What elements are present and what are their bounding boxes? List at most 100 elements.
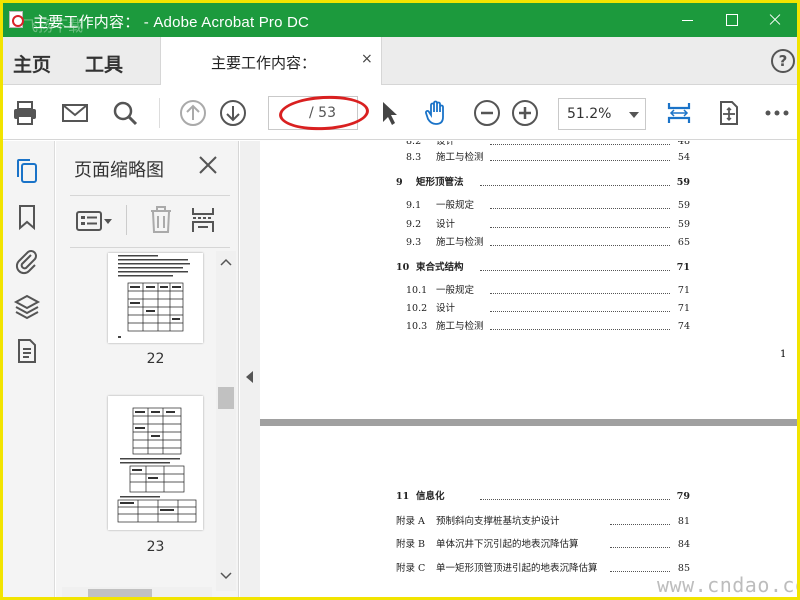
zoom-dropdown[interactable]: 51.2% <box>558 98 646 130</box>
toc-number: 9.3 <box>406 237 422 248</box>
toc-title: 施工与检测 <box>436 237 484 248</box>
bookmark-icon[interactable] <box>13 203 41 231</box>
next-page-icon[interactable] <box>219 99 247 127</box>
toc-row[interactable]: 8.3 施工与检测 54 <box>390 151 690 165</box>
toc-leader <box>480 185 670 186</box>
toc-page-number: 71 <box>677 303 690 314</box>
print-icon[interactable] <box>11 99 39 127</box>
toc-row[interactable]: 10.3 施工与检测 74 <box>390 320 690 334</box>
search-icon[interactable] <box>111 99 139 127</box>
close-window-button[interactable] <box>753 3 797 37</box>
delete-icon[interactable] <box>148 205 174 235</box>
zoom-out-icon[interactable] <box>473 99 501 127</box>
page-thumbnail-23[interactable] <box>108 396 203 530</box>
tab-bar: 主页 工具 主要工作内容： × ? <box>3 37 797 85</box>
page-thumbnail-22[interactable] <box>108 253 203 343</box>
toc-leader <box>490 160 670 161</box>
toc-row[interactable]: 10 束合式结构 71 <box>390 261 690 275</box>
panel-divider-2 <box>70 247 230 248</box>
toc-row[interactable]: 10.2 设计 71 <box>390 302 690 316</box>
select-cursor-icon[interactable] <box>375 99 403 127</box>
toc-page-number: 79 <box>676 491 690 502</box>
maximize-button[interactable] <box>709 3 753 37</box>
toc-page-number: 65 <box>677 237 690 248</box>
toc-page-number: 71 <box>676 262 690 273</box>
toc-leader <box>490 227 670 228</box>
toc-title: 施工与检测 <box>436 321 484 332</box>
organize-pages-icon[interactable] <box>715 99 743 127</box>
toc-row[interactable]: 9.3 施工与检测 65 <box>390 236 690 250</box>
toc-number: 9.2 <box>406 219 422 230</box>
toc-page-number: 54 <box>677 152 690 163</box>
help-icon[interactable]: ? <box>771 49 795 73</box>
toc-page-number: 81 <box>677 516 690 527</box>
toc-number: 10 <box>396 262 410 273</box>
site-watermark: www.cndao.com <box>657 573 797 597</box>
toc-title: 矩形顶管法 <box>416 177 464 188</box>
toc-title: 一般规定 <box>436 200 475 211</box>
attachment-icon[interactable] <box>13 247 41 275</box>
toc-leader <box>480 499 670 500</box>
tab-home[interactable]: 主页 <box>13 50 51 77</box>
page-number: 1 <box>780 349 787 360</box>
toc-row[interactable]: 附录 A 预制斜向支撑桩基坑支护设计 81 <box>390 515 690 529</box>
document-icon[interactable] <box>13 337 41 365</box>
toc-leader <box>610 571 670 572</box>
panel-tools-divider <box>126 205 127 235</box>
acrobat-app-icon <box>9 11 24 28</box>
fit-page-icon[interactable] <box>665 99 693 127</box>
toc-page-number: 71 <box>677 285 690 296</box>
zoom-value: 51.2% <box>567 106 612 122</box>
toc-leader <box>490 144 670 145</box>
tab-tools[interactable]: 工具 <box>85 50 123 77</box>
document-view[interactable]: 8.2 设计 48 8.3 施工与检测 54 9 矩形顶管法 59 9.1 一般规定 59 9.2 设计 5… <box>260 141 797 597</box>
page-thumbnails-icon[interactable] <box>13 157 41 185</box>
previous-page-icon[interactable] <box>179 99 207 127</box>
minimize-button[interactable] <box>665 3 709 37</box>
toc-page-number: 59 <box>677 200 690 211</box>
horizontal-scrollbar-thumb[interactable] <box>88 589 152 597</box>
toc-number: 11 <box>396 491 410 502</box>
toc-page-number: 59 <box>677 219 690 230</box>
toc-row[interactable]: 附录 C 单一矩形顶管顶进引起的地表沉降估算 85 <box>390 562 690 576</box>
toc-row[interactable]: 9.1 一般规定 59 <box>390 199 690 213</box>
document-tab-label: 主要工作内容： <box>211 54 317 72</box>
more-options-icon[interactable] <box>763 99 791 127</box>
zoom-in-icon[interactable] <box>511 99 539 127</box>
app-window: 飞扬下载 主要工作内容： - Adobe Acrobat Pro DC 主页 工… <box>0 0 800 600</box>
toc-number: 附录 B <box>396 539 426 550</box>
thumbnail-scrollbar[interactable] <box>216 251 236 591</box>
toc-leader <box>490 245 670 246</box>
close-icon[interactable] <box>196 153 220 177</box>
toc-title: 施工与检测 <box>436 152 484 163</box>
email-icon[interactable] <box>61 99 89 127</box>
toc-number: 8.3 <box>406 152 422 163</box>
toc-number: 10.1 <box>406 285 428 296</box>
panel-collapse-strip[interactable] <box>240 141 260 597</box>
page-layout-icon[interactable] <box>190 205 216 235</box>
tab-document[interactable]: 主要工作内容： × <box>160 37 382 85</box>
toc-number: 9.1 <box>406 200 422 211</box>
toc-row[interactable]: 附录 B 单体沉井下沉引起的地表沉降估算 84 <box>390 538 690 552</box>
toc-title: 设计 <box>436 219 456 230</box>
hand-tool-icon[interactable] <box>423 99 451 127</box>
toc-row[interactable]: 9 矩形顶管法 59 <box>390 176 690 190</box>
toc-leader <box>490 208 670 209</box>
toc-row[interactable]: 11 信息化 79 <box>390 490 690 504</box>
toc-row[interactable]: 8.2 设计 48 <box>390 141 690 149</box>
thumbnail-options-icon[interactable] <box>76 207 114 235</box>
toc-page-number: 74 <box>677 321 690 332</box>
scrollbar-thumb[interactable] <box>218 387 234 409</box>
toc-page-number: 84 <box>677 539 690 550</box>
toc-leader <box>480 270 670 271</box>
toc-leader <box>610 524 670 525</box>
toc-row[interactable]: 9.2 设计 59 <box>390 218 690 232</box>
horizontal-scrollbar[interactable] <box>62 587 212 597</box>
document-tab-close-icon[interactable]: × <box>361 51 373 67</box>
toc-number: 附录 C <box>396 563 426 574</box>
toc-row[interactable]: 10.1 一般规定 71 <box>390 284 690 298</box>
toc-leader <box>490 311 670 312</box>
toc-page-number: 48 <box>677 141 690 147</box>
layers-icon[interactable] <box>13 293 41 321</box>
toc-title: 一般规定 <box>436 285 475 296</box>
